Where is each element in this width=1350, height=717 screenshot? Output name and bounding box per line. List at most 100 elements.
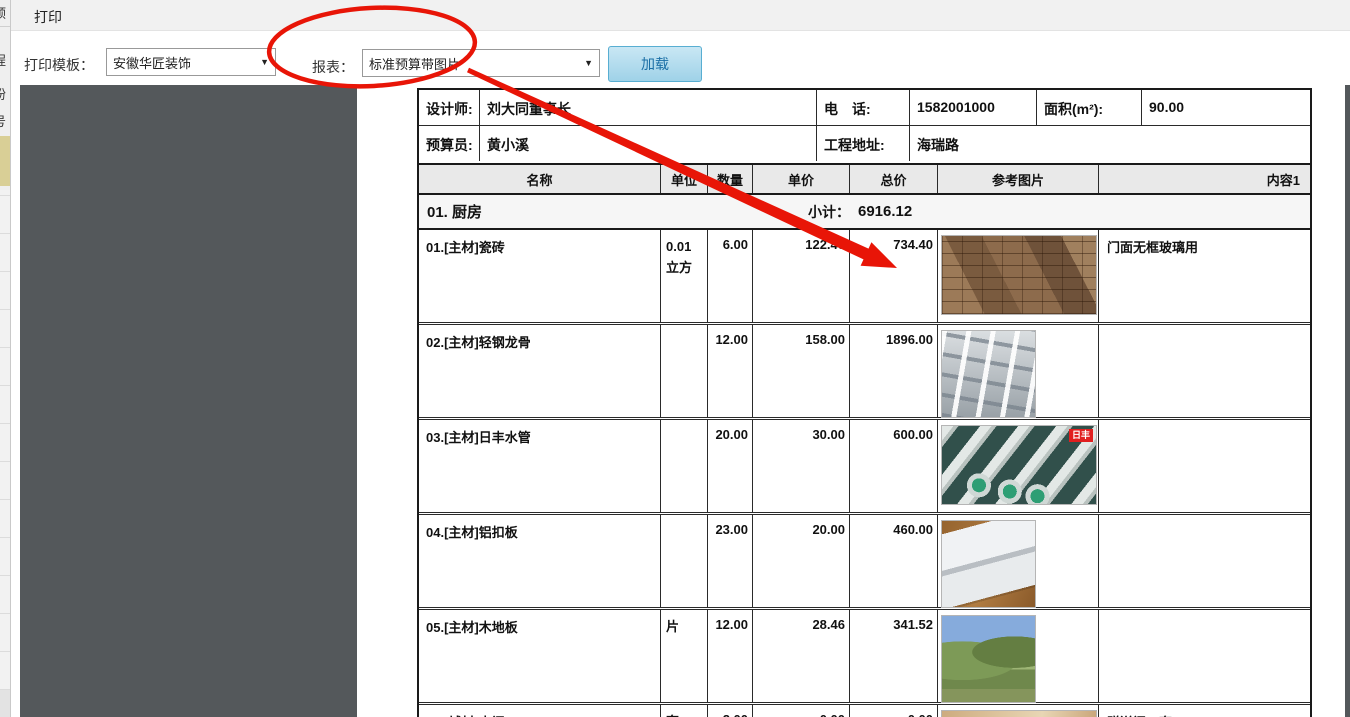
item-content1: 赠送门一套 bbox=[1099, 705, 1310, 717]
phone-label: 电 话: bbox=[817, 90, 910, 125]
product-image-pipes: 日丰 bbox=[941, 425, 1097, 505]
sidebar-item-fragment: 程 bbox=[0, 50, 6, 69]
table-body: 01.[主材]瓷砖 0.01 立方 6.00 122.40 734.40 门面无… bbox=[419, 230, 1310, 717]
item-quantity: 20.00 bbox=[708, 420, 753, 512]
item-image-cell: 日丰 bbox=[938, 420, 1099, 512]
item-name: 03.[主材]日丰水管 bbox=[419, 420, 661, 512]
load-button[interactable]: 加载 bbox=[608, 46, 702, 82]
budgeter-label: 预算员: bbox=[419, 126, 480, 161]
item-unit: 套 bbox=[661, 705, 708, 717]
item-content1 bbox=[1099, 420, 1310, 512]
budget-report-table: 设计师: 刘大同董事长 电 话: 1582001000 面积(m²): 90.0… bbox=[417, 88, 1312, 717]
chevron-down-icon: ▼ bbox=[260, 57, 269, 67]
item-unit: 0.01 立方 bbox=[661, 230, 708, 322]
table-row: 06.[辅材]木门 套 2.00 0.00 0.00 赠送门一套 bbox=[419, 705, 1310, 717]
tab-bar: 打印 bbox=[10, 0, 1350, 31]
item-total-price: 734.40 bbox=[850, 230, 938, 322]
item-unit bbox=[661, 515, 708, 607]
sidebar-list-fragment bbox=[0, 190, 10, 690]
table-row: 02.[主材]轻钢龙骨 12.00 158.00 1896.00 bbox=[419, 325, 1310, 420]
item-unit-price: 30.00 bbox=[753, 420, 850, 512]
column-header-qty: 数量 bbox=[708, 165, 753, 193]
product-image-landscape bbox=[941, 615, 1036, 703]
designer-label: 设计师: bbox=[419, 90, 480, 125]
item-image-cell bbox=[938, 610, 1099, 703]
sidebar-item-fragment: 纷 bbox=[0, 84, 6, 103]
item-total-price: 600.00 bbox=[850, 420, 938, 512]
item-quantity: 23.00 bbox=[708, 515, 753, 607]
preview-page: 设计师: 刘大同董事长 电 话: 1582001000 面积(m²): 90.0… bbox=[357, 85, 1345, 717]
section-title: 01. 厨房 bbox=[427, 204, 483, 221]
template-select-value: 安徽华匠装饰 bbox=[113, 55, 192, 71]
area-value: 90.00 bbox=[1149, 99, 1185, 115]
column-header-name: 名称 bbox=[419, 165, 661, 193]
table-header-row: 名称 单位 数量 单价 总价 参考图片 内容1 bbox=[419, 163, 1310, 195]
item-unit-price: 158.00 bbox=[753, 325, 850, 417]
item-quantity: 12.00 bbox=[708, 325, 753, 417]
product-image-bricks bbox=[941, 235, 1097, 315]
column-header-image: 参考图片 bbox=[938, 165, 1099, 193]
template-select[interactable]: 安徽华匠装饰 ▼ bbox=[106, 48, 276, 76]
item-unit-price: 0.00 bbox=[753, 705, 850, 717]
item-total-price: 460.00 bbox=[850, 515, 938, 607]
item-unit bbox=[661, 325, 708, 417]
item-unit bbox=[661, 420, 708, 512]
subtotal-value: 6916.12 bbox=[858, 203, 913, 220]
column-header-total: 总价 bbox=[850, 165, 938, 193]
item-unit: 片 bbox=[661, 610, 708, 702]
item-unit-price: 122.40 bbox=[753, 230, 850, 322]
item-name: 06.[辅材]木门 bbox=[419, 705, 661, 717]
product-image-door bbox=[941, 710, 1097, 717]
address-label: 工程地址: bbox=[817, 126, 910, 161]
item-quantity: 6.00 bbox=[708, 230, 753, 322]
item-quantity: 2.00 bbox=[708, 705, 753, 717]
item-unit-price: 28.46 bbox=[753, 610, 850, 702]
item-content1 bbox=[1099, 515, 1310, 607]
sidebar-item-fragment: 预 bbox=[0, 3, 6, 22]
brand-logo: 日丰 bbox=[1068, 429, 1093, 442]
item-image-cell bbox=[938, 230, 1099, 322]
item-quantity: 12.00 bbox=[708, 610, 753, 702]
item-name: 04.[主材]铝扣板 bbox=[419, 515, 661, 607]
column-header-price: 单价 bbox=[753, 165, 850, 193]
table-row: 05.[主材]木地板 片 12.00 28.46 341.52 bbox=[419, 610, 1310, 705]
info-row: 设计师: 刘大同董事长 电 话: 1582001000 面积(m²): 90.0… bbox=[419, 90, 1310, 126]
product-image-panels bbox=[941, 520, 1036, 608]
address-value: 海瑞路 bbox=[917, 137, 959, 153]
chevron-down-icon: ▼ bbox=[584, 58, 593, 68]
area-label: 面积(m²): bbox=[1037, 90, 1142, 125]
item-image-cell bbox=[938, 325, 1099, 418]
column-header-unit: 单位 bbox=[661, 165, 708, 193]
sidebar-footer-fragment bbox=[0, 690, 10, 717]
item-name: 01.[主材]瓷砖 bbox=[419, 230, 661, 322]
item-content1 bbox=[1099, 325, 1310, 417]
tab-print[interactable]: 打印 bbox=[34, 7, 62, 27]
item-content1: 门面无框玻璃用 bbox=[1107, 240, 1199, 255]
item-total-price: 0.00 bbox=[850, 705, 938, 717]
cutoff-sidebar: 预 程 纷 号 bbox=[0, 0, 11, 717]
section-row-kitchen: 01. 厨房 小计： 6916.12 bbox=[419, 195, 1310, 230]
budgeter-value: 黄小溪 bbox=[480, 126, 817, 161]
report-label: 报表： bbox=[312, 59, 354, 75]
item-image-cell bbox=[938, 705, 1099, 717]
item-unit-price: 20.00 bbox=[753, 515, 850, 607]
item-image-cell bbox=[938, 515, 1099, 608]
sidebar-selected-fragment bbox=[0, 136, 10, 186]
print-toolbar: 打印模板： 安徽华匠装饰 ▼ 报表： 标准预算带图片 ▼ 加载 bbox=[10, 31, 1350, 85]
info-row: 预算员: 黄小溪 工程地址: 海瑞路 bbox=[419, 126, 1310, 161]
item-content1 bbox=[1099, 610, 1310, 702]
divider bbox=[0, 26, 10, 27]
print-preview-area: 设计师: 刘大同董事长 电 话: 1582001000 面积(m²): 90.0… bbox=[20, 85, 1350, 717]
designer-value: 刘大同董事长 bbox=[480, 90, 817, 125]
sidebar-item-fragment: 号 bbox=[0, 111, 6, 130]
table-row: 04.[主材]铝扣板 23.00 20.00 460.00 bbox=[419, 515, 1310, 610]
report-select[interactable]: 标准预算带图片 ▼ bbox=[362, 49, 600, 77]
product-image-ceiling bbox=[941, 330, 1036, 418]
item-total-price: 1896.00 bbox=[850, 325, 938, 417]
table-row: 03.[主材]日丰水管 20.00 30.00 600.00 日丰 bbox=[419, 420, 1310, 515]
template-label: 打印模板： bbox=[24, 57, 94, 73]
column-header-content1: 内容1 bbox=[1266, 172, 1300, 188]
item-name: 02.[主材]轻钢龙骨 bbox=[419, 325, 661, 417]
subtotal-label: 小计： bbox=[808, 203, 850, 220]
report-select-value: 标准预算带图片 bbox=[369, 56, 461, 72]
